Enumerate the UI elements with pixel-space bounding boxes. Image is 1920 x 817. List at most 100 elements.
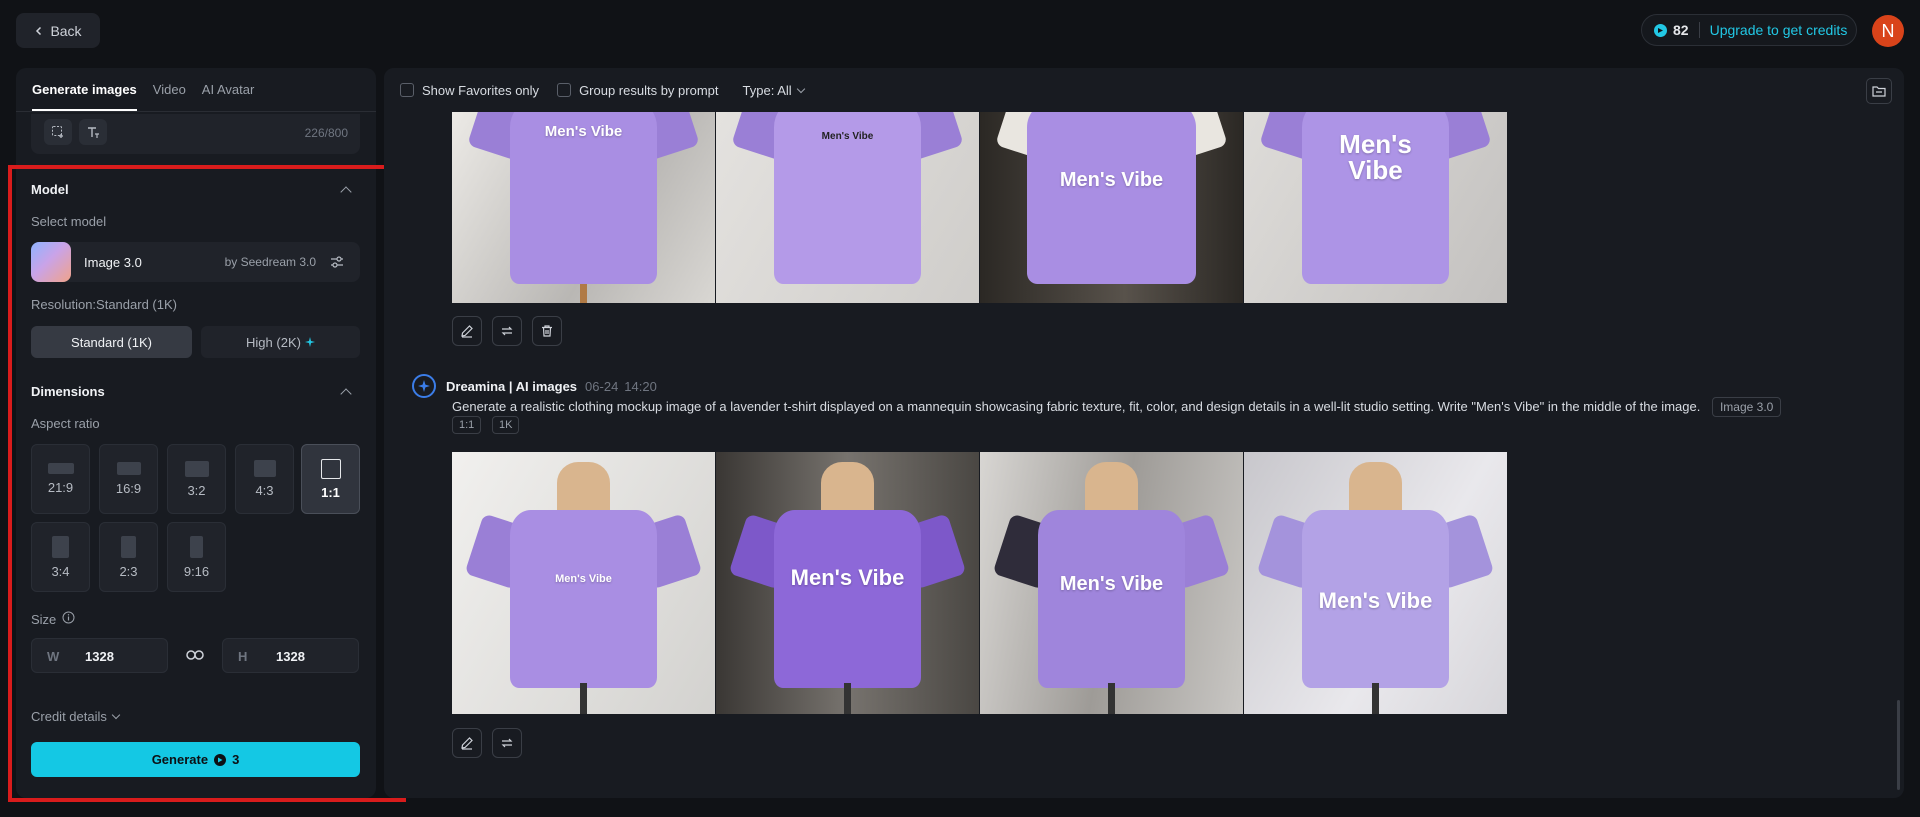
user-avatar[interactable]: N [1872, 15, 1904, 47]
checkbox-icon [400, 83, 414, 97]
regenerate-icon[interactable] [492, 316, 522, 346]
back-button[interactable]: Back [16, 13, 100, 48]
aspect-ratio-label: 3:4 [51, 563, 70, 579]
height-value: 1328 [276, 649, 305, 664]
aspect-ratio-label: 2:3 [119, 563, 138, 579]
result-image[interactable]: Men's Vibe [716, 452, 979, 714]
dimensions-section-title: Dimensions [31, 384, 105, 399]
shirt-print-text: Men's Vibe [821, 131, 874, 143]
ratio-shape-icon [184, 460, 209, 477]
generation-source: Dreamina | AI images [446, 378, 578, 394]
edit-icon[interactable] [452, 316, 482, 346]
aspect-ratio-3-4[interactable]: 3:4 [31, 522, 90, 592]
ratio-shape-icon [116, 462, 141, 475]
tab-ai-avatar[interactable]: AI Avatar [202, 82, 255, 111]
dreamina-logo-icon [412, 374, 436, 398]
text-style-icon[interactable] [79, 119, 107, 145]
delete-icon[interactable] [532, 316, 562, 346]
tshirt-mockup-image: Men's Vibe [1244, 112, 1507, 303]
folder-icon[interactable] [1866, 78, 1892, 104]
type-filter-label: Type: All [742, 82, 792, 98]
shirt-print-text: Men's Vibe [1318, 588, 1433, 614]
aspect-ratio-3-2[interactable]: 3:2 [167, 444, 226, 514]
tshirt-mockup-image: Men's Vibe [980, 112, 1243, 303]
aspect-ratio-1-1[interactable]: 1:1 [301, 444, 360, 514]
result-image[interactable]: Men's Vibe [1244, 452, 1507, 714]
generation-prompt-row: Generate a realistic clothing mockup ima… [452, 397, 1782, 417]
width-field[interactable]: W 1328 [31, 638, 168, 673]
tshirt-mockup-image: Men's Vibe [980, 452, 1243, 714]
ratio-shape-icon [52, 535, 69, 558]
tab-generate-images[interactable]: Generate images [32, 82, 137, 111]
prompt-char-count: 226/800 [304, 126, 348, 140]
ratio-shape-icon [47, 463, 74, 474]
image-reference-icon[interactable] [44, 119, 72, 145]
height-field[interactable]: H 1328 [222, 638, 359, 673]
chevron-left-icon [34, 23, 44, 39]
top-bar: Back 82 Upgrade to get credits N [0, 0, 1920, 62]
resolution-label: Resolution:Standard (1K) [31, 297, 177, 312]
aspect-ratio-9-16[interactable]: 9:16 [167, 522, 226, 592]
result-image[interactable]: Men's Vibe [452, 112, 715, 303]
result-image[interactable]: Men's Vibe [980, 452, 1243, 714]
aspect-ratio-2-3[interactable]: 2:3 [99, 522, 158, 592]
tshirt-mockup-image: Men's Vibe [716, 452, 979, 714]
show-favorites-checkbox[interactable]: Show Favorites only [400, 83, 539, 98]
settings-sliders-icon[interactable] [330, 255, 344, 274]
collapse-dimensions-icon[interactable] [340, 388, 352, 400]
model-section-title: Model [31, 182, 69, 197]
generation-date: 06-24 [585, 378, 619, 394]
sparkle-icon [304, 335, 315, 350]
resolution-standard-label: Standard (1K) [71, 334, 152, 350]
generation-prompt-text[interactable]: Generate a realistic clothing mockup ima… [452, 399, 1700, 414]
edit-icon[interactable] [452, 728, 482, 758]
ratio-chip: 1:1 [452, 416, 482, 434]
generate-button[interactable]: Generate 3 [31, 742, 360, 777]
upgrade-link[interactable]: Upgrade to get credits [1710, 22, 1848, 38]
aspect-ratio-4-3[interactable]: 4:3 [235, 444, 294, 514]
divider [1698, 22, 1700, 38]
mode-tabs: Generate images Video AI Avatar [16, 68, 376, 112]
link-icon[interactable] [186, 648, 204, 667]
group-by-prompt-checkbox[interactable]: Group results by prompt [557, 83, 719, 98]
type-filter-dropdown[interactable]: Type: All [742, 82, 805, 98]
tshirt-mockup-image: Men's Vibe [716, 112, 979, 303]
scrollbar-thumb[interactable] [1897, 700, 1900, 790]
collapse-model-icon[interactable] [340, 186, 352, 198]
resolution-high-label: High (2K) [246, 334, 301, 350]
resolution-standard-button[interactable]: Standard (1K) [31, 326, 192, 358]
credits-pill[interactable]: 82 Upgrade to get credits [1641, 14, 1857, 46]
result-image[interactable]: Men's Vibe [716, 112, 979, 303]
generation-time: 14:20 [624, 378, 657, 394]
ratio-shape-icon [190, 535, 203, 558]
aspect-ratio-label: 3:2 [187, 482, 206, 498]
model-thumbnail [31, 242, 71, 282]
credit-coin-icon [1654, 23, 1667, 37]
shirt-print-text: Men's Vibe [1059, 572, 1164, 595]
model-name: Image 3.0 [84, 254, 142, 270]
resolution-high-button[interactable]: High (2K) [201, 326, 360, 358]
regenerate-icon[interactable] [492, 728, 522, 758]
shirt-print-text: Men's Vibe [1339, 129, 1412, 186]
result-image[interactable]: Men's Vibe [1244, 112, 1507, 303]
width-value: 1328 [85, 649, 114, 664]
resolution-chip: 1K [492, 416, 520, 434]
aspect-ratio-label: Aspect ratio [31, 416, 100, 431]
credit-details-toggle[interactable]: Credit details [31, 709, 121, 724]
aspect-ratio-16-9[interactable]: 16:9 [99, 444, 158, 514]
tshirt-mockup-image: Men's Vibe [452, 452, 715, 714]
aspect-ratio-21-9[interactable]: 21:9 [31, 444, 90, 514]
model-selector[interactable]: Image 3.0 by Seedream 3.0 [31, 242, 360, 282]
chevron-down-icon [796, 84, 805, 93]
aspect-ratio-label: 9:16 [183, 563, 210, 579]
result-image[interactable]: Men's Vibe [452, 452, 715, 714]
filter-bar: Show Favorites only Group results by pro… [384, 68, 1904, 112]
ratio-shape-icon [253, 460, 276, 477]
tab-video[interactable]: Video [153, 82, 186, 111]
show-favorites-label: Show Favorites only [422, 82, 540, 98]
aspect-ratio-label: 16:9 [115, 481, 142, 496]
result-image[interactable]: Men's Vibe [980, 112, 1243, 303]
aspect-ratio-label: 4:3 [255, 483, 274, 498]
shirt-print-text: Men's Vibe [1059, 169, 1164, 192]
info-icon[interactable] [62, 611, 75, 627]
